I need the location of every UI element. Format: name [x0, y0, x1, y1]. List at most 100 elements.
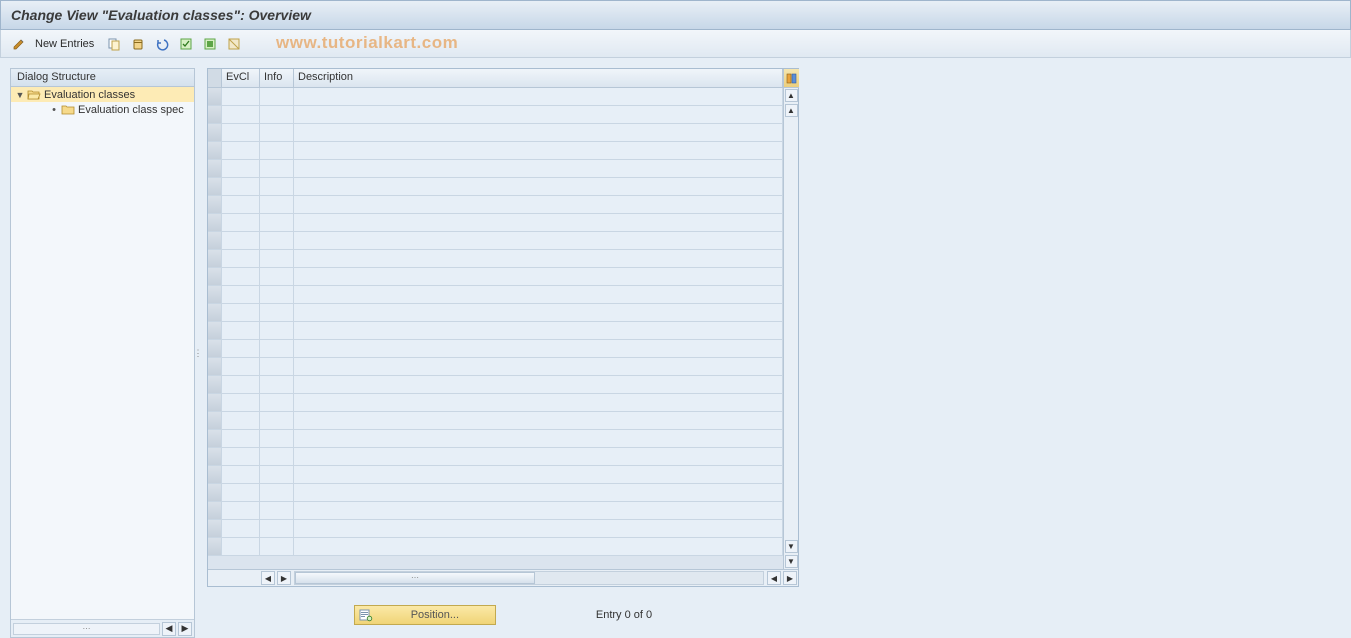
- table-row[interactable]: [208, 142, 783, 160]
- table-row[interactable]: [208, 358, 783, 376]
- cell-description[interactable]: [294, 268, 783, 285]
- cell-evcl[interactable]: [222, 304, 260, 321]
- hscroll-track[interactable]: ⋯: [294, 571, 764, 585]
- cell-evcl[interactable]: [222, 358, 260, 375]
- cell-info[interactable]: [260, 232, 294, 249]
- cell-evcl[interactable]: [222, 538, 260, 555]
- row-selector[interactable]: [208, 178, 222, 195]
- cell-description[interactable]: [294, 502, 783, 519]
- row-selector[interactable]: [208, 196, 222, 213]
- row-selector[interactable]: [208, 268, 222, 285]
- cell-evcl[interactable]: [222, 214, 260, 231]
- row-selector[interactable]: [208, 448, 222, 465]
- cell-evcl[interactable]: [222, 376, 260, 393]
- cell-info[interactable]: [260, 520, 294, 537]
- table-row[interactable]: [208, 196, 783, 214]
- table-row[interactable]: [208, 448, 783, 466]
- tree-node-evaluation-classes[interactable]: ▼ Evaluation classes: [11, 87, 194, 102]
- cell-evcl[interactable]: [222, 178, 260, 195]
- row-selector[interactable]: [208, 88, 222, 105]
- cell-description[interactable]: [294, 178, 783, 195]
- scroll-up-button[interactable]: ▲: [785, 104, 798, 117]
- row-selector[interactable]: [208, 466, 222, 483]
- select-all-icon[interactable]: [176, 34, 196, 54]
- cell-evcl[interactable]: [222, 502, 260, 519]
- table-row[interactable]: [208, 394, 783, 412]
- cell-info[interactable]: [260, 484, 294, 501]
- cell-description[interactable]: [294, 124, 783, 141]
- row-selector[interactable]: [208, 394, 222, 411]
- splitter-handle[interactable]: ⋮: [195, 68, 201, 638]
- cell-description[interactable]: [294, 232, 783, 249]
- cell-description[interactable]: [294, 196, 783, 213]
- cell-evcl[interactable]: [222, 250, 260, 267]
- toggle-change-icon[interactable]: [9, 34, 29, 54]
- cell-description[interactable]: [294, 538, 783, 555]
- deselect-all-icon[interactable]: [224, 34, 244, 54]
- select-all-rows-button[interactable]: [208, 69, 222, 87]
- row-selector[interactable]: [208, 214, 222, 231]
- cell-info[interactable]: [260, 268, 294, 285]
- copy-as-icon[interactable]: [104, 34, 124, 54]
- row-selector[interactable]: [208, 160, 222, 177]
- cell-info[interactable]: [260, 466, 294, 483]
- table-row[interactable]: [208, 484, 783, 502]
- position-button[interactable]: Position...: [354, 605, 496, 625]
- scroll-first-button[interactable]: ◀: [261, 571, 275, 585]
- row-selector[interactable]: [208, 430, 222, 447]
- cell-evcl[interactable]: [222, 340, 260, 357]
- row-selector[interactable]: [208, 376, 222, 393]
- cell-info[interactable]: [260, 124, 294, 141]
- cell-info[interactable]: [260, 304, 294, 321]
- cell-info[interactable]: [260, 322, 294, 339]
- table-row[interactable]: [208, 538, 783, 556]
- row-selector[interactable]: [208, 106, 222, 123]
- cell-evcl[interactable]: [222, 268, 260, 285]
- cell-evcl[interactable]: [222, 160, 260, 177]
- tree-scroll-left-button[interactable]: ◀: [162, 622, 176, 636]
- cell-evcl[interactable]: [222, 412, 260, 429]
- cell-description[interactable]: [294, 412, 783, 429]
- row-selector[interactable]: [208, 232, 222, 249]
- cell-info[interactable]: [260, 358, 294, 375]
- table-row[interactable]: [208, 88, 783, 106]
- cell-info[interactable]: [260, 502, 294, 519]
- select-block-icon[interactable]: [200, 34, 220, 54]
- table-row[interactable]: [208, 520, 783, 538]
- table-row[interactable]: [208, 466, 783, 484]
- cell-info[interactable]: [260, 394, 294, 411]
- cell-info[interactable]: [260, 106, 294, 123]
- column-header-evcl[interactable]: EvCl: [222, 69, 260, 87]
- table-row[interactable]: [208, 232, 783, 250]
- cell-evcl[interactable]: [222, 196, 260, 213]
- cell-description[interactable]: [294, 484, 783, 501]
- cell-info[interactable]: [260, 538, 294, 555]
- table-row[interactable]: [208, 250, 783, 268]
- scroll-last-button[interactable]: ▶: [783, 571, 797, 585]
- cell-info[interactable]: [260, 376, 294, 393]
- cell-info[interactable]: [260, 412, 294, 429]
- cell-evcl[interactable]: [222, 430, 260, 447]
- scroll-right-button[interactable]: ◀: [767, 571, 781, 585]
- scroll-top-button[interactable]: ▲: [785, 89, 798, 102]
- configure-columns-button[interactable]: [784, 69, 799, 88]
- column-header-info[interactable]: Info: [260, 69, 294, 87]
- cell-description[interactable]: [294, 250, 783, 267]
- cell-info[interactable]: [260, 250, 294, 267]
- cell-evcl[interactable]: [222, 106, 260, 123]
- cell-description[interactable]: [294, 520, 783, 537]
- table-row[interactable]: [208, 322, 783, 340]
- scroll-bottom-button[interactable]: ▼: [785, 555, 798, 568]
- table-row[interactable]: [208, 412, 783, 430]
- cell-evcl[interactable]: [222, 322, 260, 339]
- cell-description[interactable]: [294, 214, 783, 231]
- cell-evcl[interactable]: [222, 232, 260, 249]
- cell-evcl[interactable]: [222, 520, 260, 537]
- cell-description[interactable]: [294, 448, 783, 465]
- cell-info[interactable]: [260, 286, 294, 303]
- row-selector[interactable]: [208, 484, 222, 501]
- table-row[interactable]: [208, 106, 783, 124]
- cell-info[interactable]: [260, 160, 294, 177]
- cell-info[interactable]: [260, 196, 294, 213]
- table-row[interactable]: [208, 268, 783, 286]
